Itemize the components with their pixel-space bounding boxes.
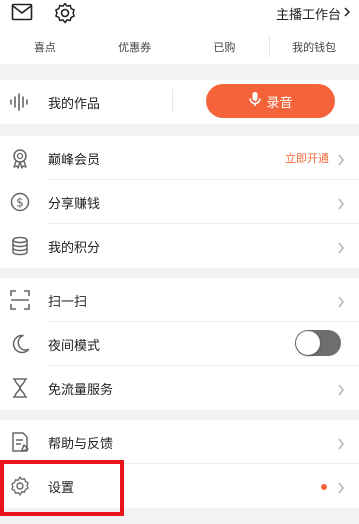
membership-group: 巅峰会员 立即开通 $ 分享赚钱 我的积分 — [0, 136, 359, 268]
top-bar: 主播工作台 — [0, 0, 359, 30]
menu-item-vip[interactable]: 巅峰会员 立即开通 — [0, 136, 359, 180]
gear-icon[interactable] — [53, 1, 77, 29]
divider — [172, 89, 173, 113]
feedback-icon — [8, 430, 32, 454]
quick-bar: 喜点 优惠券 已购 我的钱包 — [0, 30, 359, 64]
chevron-right-icon — [337, 381, 345, 400]
quick-label: 优惠券 — [118, 41, 152, 54]
chevron-right-icon — [343, 6, 351, 21]
chevron-right-icon — [337, 239, 345, 258]
quick-item-coupons[interactable]: 优惠券 — [90, 30, 180, 64]
quick-label: 喜点 — [33, 41, 56, 54]
quick-label: 我的钱包 — [292, 41, 337, 54]
svg-text:$: $ — [16, 196, 24, 210]
record-label: 录音 — [266, 95, 293, 111]
menu-item-free-data[interactable]: 免流量服务 — [0, 366, 359, 410]
quick-item-xidian[interactable]: 喜点 — [0, 30, 90, 64]
record-button[interactable]: 录音 — [206, 84, 335, 118]
menu-item-help-feedback[interactable]: 帮助与反馈 — [0, 420, 359, 464]
my-works-label: 我的作品 — [48, 96, 101, 112]
menu-item-label: 夜间模式 — [48, 338, 101, 354]
notification-dot — [321, 484, 327, 490]
audio-wave-icon — [8, 90, 32, 114]
menu-item-scan[interactable]: 扫一扫 — [0, 278, 359, 322]
dollar-icon: $ — [8, 190, 32, 214]
quick-item-wallet[interactable]: 我的钱包 — [269, 30, 359, 64]
menu-item-label: 帮助与反馈 — [48, 436, 114, 452]
chevron-right-icon — [337, 479, 345, 498]
coins-icon — [8, 234, 32, 258]
anchor-studio-link[interactable]: 主播工作台 — [276, 4, 351, 23]
menu-item-label: 扫一扫 — [48, 294, 88, 310]
hourglass-icon — [8, 376, 32, 400]
mail-icon[interactable] — [11, 3, 33, 25]
chevron-right-icon — [337, 195, 345, 214]
menu-item-label: 分享赚钱 — [48, 196, 101, 212]
open-now-link[interactable]: 立即开通 — [285, 150, 329, 166]
menu-item-label: 我的积分 — [48, 240, 101, 256]
night-mode-toggle[interactable] — [295, 330, 341, 356]
menu-item-label: 免流量服务 — [48, 382, 114, 398]
award-icon — [8, 146, 32, 170]
chevron-right-icon — [337, 293, 345, 312]
scan-icon — [8, 288, 32, 312]
quick-label: 已购 — [213, 41, 236, 54]
toggle-knob — [296, 331, 320, 355]
chevron-right-icon — [337, 435, 345, 454]
menu-item-points[interactable]: 我的积分 — [0, 224, 359, 268]
menu-item-label: 巅峰会员 — [48, 152, 101, 168]
moon-icon — [8, 332, 32, 356]
microphone-icon — [248, 91, 262, 111]
menu-item-share-earn[interactable]: $ 分享赚钱 — [0, 180, 359, 224]
highlight-box — [0, 460, 124, 516]
quick-item-purchased[interactable]: 已购 — [180, 30, 270, 64]
chevron-right-icon — [337, 151, 345, 170]
anchor-studio-label: 主播工作台 — [275, 8, 341, 23]
